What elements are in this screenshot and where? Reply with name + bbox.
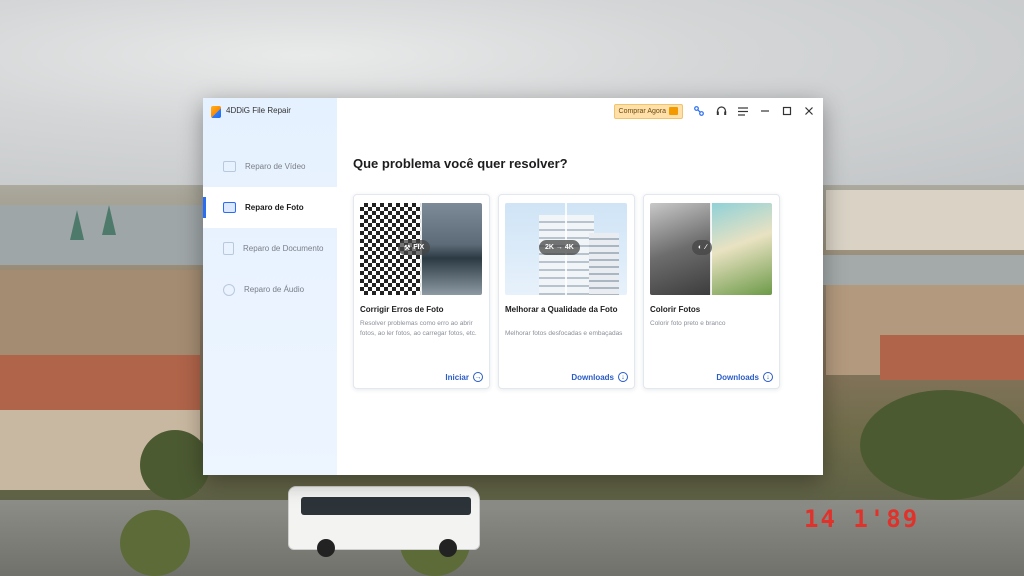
start-button[interactable]: Iniciar →	[445, 372, 483, 382]
card-thumbnail: 2K → 4K	[505, 203, 627, 295]
app-window: 4DDiG File Repair Reparo de Vídeo Reparo…	[203, 98, 823, 475]
sidebar-item-document[interactable]: Reparo de Documento	[203, 228, 337, 269]
church-spire-2	[102, 205, 116, 235]
wrench-icon: ⚒	[404, 244, 411, 252]
sidebar-item-label: Reparo de Vídeo	[245, 162, 306, 171]
main-content: Que problema você quer resolver? ⚒ FIX C…	[337, 98, 823, 475]
start-label: Iniciar	[445, 372, 469, 382]
downloads-label: Downloads	[571, 372, 614, 382]
card-title: Melhorar a Qualidade da Foto	[505, 305, 618, 314]
document-icon	[223, 242, 234, 255]
app-logo-icon	[211, 106, 221, 118]
sidebar: 4DDiG File Repair Reparo de Vídeo Reparo…	[203, 98, 337, 475]
download-icon: ↓	[618, 372, 628, 382]
brush-icon: ∕	[705, 244, 707, 251]
building-right-far	[826, 190, 1024, 250]
palette-icon: ◐	[698, 244, 703, 251]
tree-left	[140, 430, 210, 500]
downloads-button[interactable]: Downloads ↓	[571, 372, 628, 382]
sidebar-item-label: Reparo de Áudio	[244, 285, 305, 294]
sidebar-item-label: Reparo de Foto	[245, 203, 304, 212]
clock-display: 14 1'89	[804, 505, 920, 533]
card-description: Colorir foto preto e branco	[650, 320, 726, 327]
sidebar-item-video[interactable]: Reparo de Vídeo	[203, 146, 337, 187]
roof-right	[880, 335, 1024, 380]
fix-badge: ⚒ FIX	[398, 240, 431, 255]
option-cards: ⚒ FIX Corrigir Erros de Foto Resolver pr…	[353, 194, 780, 389]
sidebar-item-photo[interactable]: Reparo de Foto	[203, 187, 337, 228]
card-thumbnail: ⚒ FIX	[360, 203, 482, 295]
river-right	[822, 255, 1024, 285]
tree-right	[860, 390, 1024, 500]
download-icon: ↓	[763, 372, 773, 382]
arrow-right-icon: →	[473, 372, 483, 382]
card-title: Corrigir Erros de Foto	[360, 305, 444, 314]
card-enhance-photo-quality[interactable]: 2K → 4K Melhorar a Qualidade da Foto Mel…	[498, 194, 635, 389]
video-icon	[223, 161, 236, 172]
card-title: Colorir Fotos	[650, 305, 701, 314]
sidebar-item-audio[interactable]: Reparo de Áudio	[203, 269, 337, 310]
downloads-label: Downloads	[716, 372, 759, 382]
building-left	[0, 270, 200, 360]
card-colorize-photos[interactable]: ◐ ∕ Colorir Fotos Colorir foto preto e b…	[643, 194, 780, 389]
tree-front-left	[120, 510, 190, 576]
colorize-badge: ◐ ∕	[692, 240, 713, 255]
sidebar-item-label: Reparo de Documento	[243, 244, 324, 253]
page-title: Que problema você quer resolver?	[353, 156, 568, 171]
card-fix-photo-errors[interactable]: ⚒ FIX Corrigir Erros de Foto Resolver pr…	[353, 194, 490, 389]
app-title: 4DDiG File Repair	[226, 106, 291, 115]
sidebar-nav: Reparo de Vídeo Reparo de Foto Reparo de…	[203, 146, 337, 310]
roof-left	[0, 355, 200, 410]
upscale-badge: 2K → 4K	[539, 240, 580, 255]
church-spire-1	[70, 210, 84, 240]
card-thumbnail: ◐ ∕	[650, 203, 772, 295]
photo-icon	[223, 202, 236, 213]
downloads-button[interactable]: Downloads ↓	[716, 372, 773, 382]
card-description: Melhorar fotos desfocadas e embaçadas	[505, 330, 623, 337]
card-description: Resolver problemas como erro ao abrir fo…	[360, 320, 477, 337]
audio-icon	[223, 283, 235, 296]
bus	[288, 486, 480, 557]
